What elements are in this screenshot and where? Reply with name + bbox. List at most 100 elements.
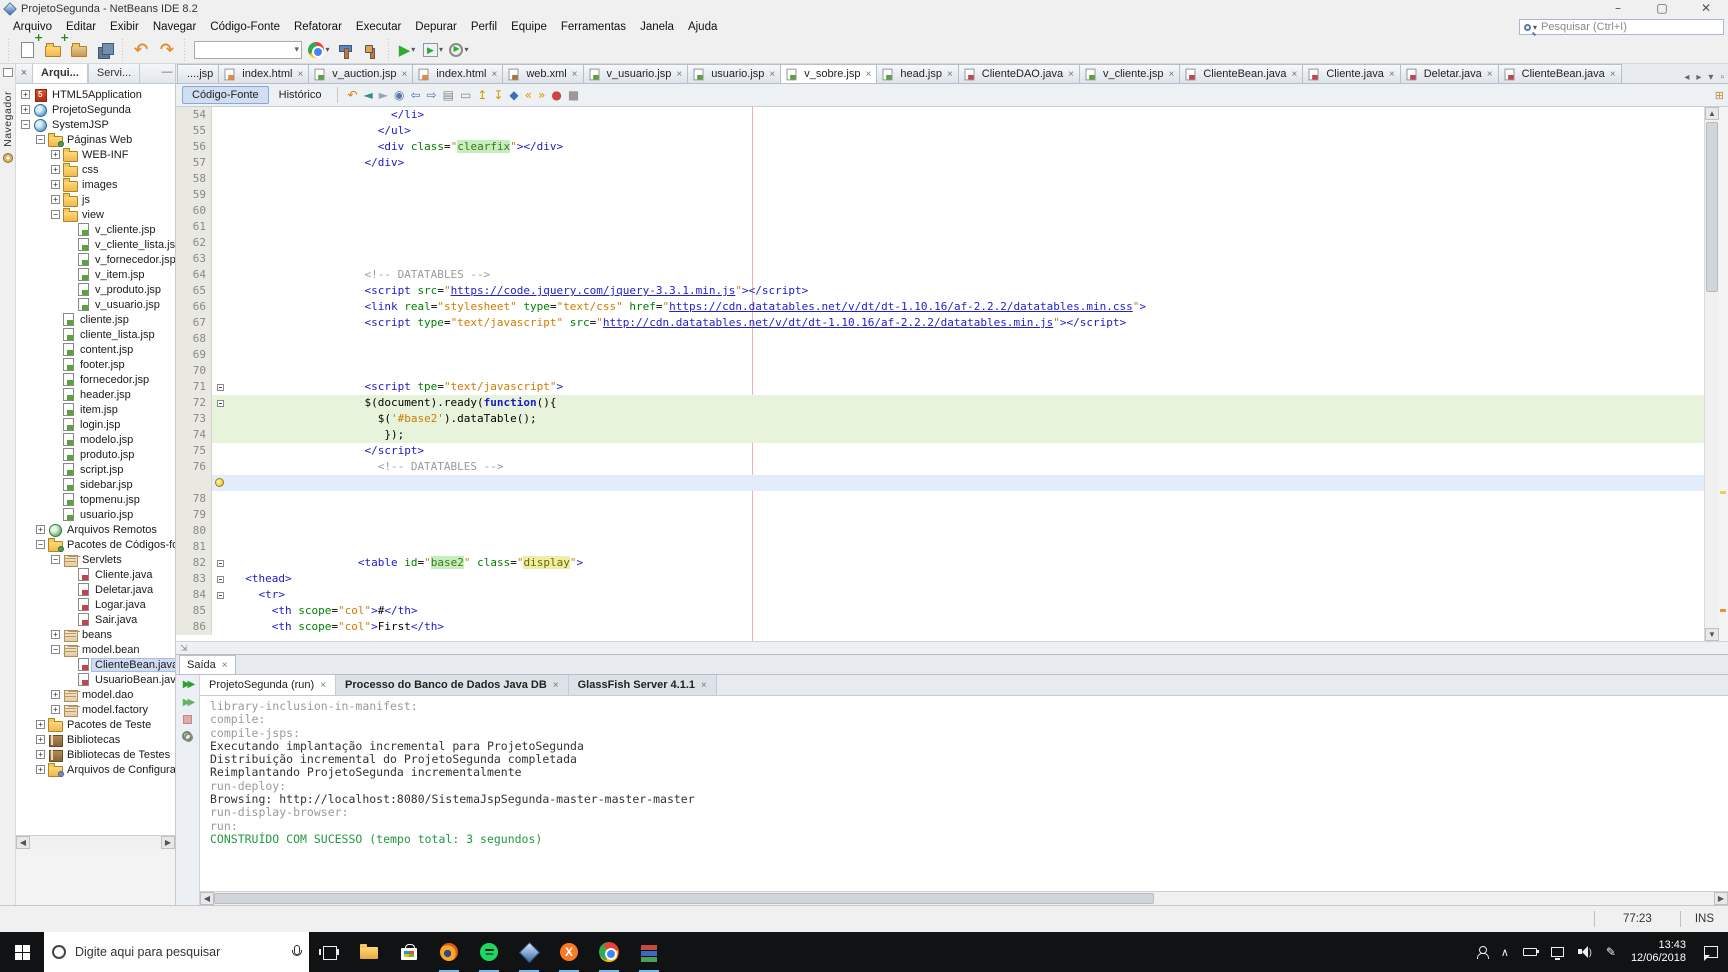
- dock-window-icon[interactable]: [2, 68, 13, 77]
- code-fold-icon[interactable]: [216, 559, 224, 567]
- tab-list-dropdown-icon[interactable]: ▾: [1708, 72, 1713, 83]
- start-button[interactable]: [0, 932, 44, 972]
- restore-button[interactable]: ▢: [1640, 0, 1684, 18]
- close-tab-icon[interactable]: ×: [866, 69, 872, 80]
- expand-icon[interactable]: +: [36, 750, 45, 759]
- pen-icon[interactable]: ✎: [1606, 945, 1616, 959]
- code-line-70[interactable]: 70: [176, 363, 1704, 379]
- action-center-icon[interactable]: [1704, 946, 1718, 961]
- editor-tab-head.jsp[interactable]: head.jsp ×: [876, 64, 959, 83]
- code-line-66[interactable]: 66 <link real="stylesheet" type="text/cs…: [176, 299, 1704, 315]
- code-line-84[interactable]: 84 <tr>: [176, 587, 1704, 603]
- close-tab-icon[interactable]: ×: [297, 69, 303, 80]
- close-tab-icon[interactable]: ×: [1487, 69, 1493, 80]
- tree-item-v_fornecedor.jsp[interactable]: v_fornecedor.jsp: [16, 252, 175, 267]
- warning-mark[interactable]: [1720, 491, 1726, 495]
- taskbar-spotify-icon[interactable]: [469, 932, 509, 972]
- tree-item-v_item.jsp[interactable]: v_item.jsp: [16, 267, 175, 282]
- find-next-icon[interactable]: ⇨: [427, 88, 437, 102]
- tree-item-bibliotecas-de-testes[interactable]: + Bibliotecas de Testes: [16, 747, 175, 762]
- ant-settings-icon[interactable]: [182, 731, 193, 742]
- code-line-56[interactable]: 56 <div class="clearfix"></div>: [176, 139, 1704, 155]
- scroll-tabs-left-icon[interactable]: ◂: [1684, 72, 1689, 83]
- tree-item-modelo.jsp[interactable]: modelo.jsp: [16, 432, 175, 447]
- code-line-54[interactable]: 54 </li>: [176, 107, 1704, 123]
- menu-executar[interactable]: Executar: [349, 19, 408, 35]
- bookmark-mark[interactable]: [1720, 608, 1726, 612]
- scroll-right-icon[interactable]: ▶: [161, 836, 175, 849]
- tree-item-v_cliente_lista.jsp[interactable]: v_cliente_lista.jsp: [16, 237, 175, 252]
- close-tab-icon[interactable]: ×: [947, 69, 953, 80]
- run-project-button[interactable]: ▶ ▾: [395, 38, 419, 62]
- network-icon[interactable]: [1550, 947, 1564, 960]
- tree-item-cliente.jsp[interactable]: cliente.jsp: [16, 312, 175, 327]
- shift-right-icon[interactable]: »: [538, 88, 545, 102]
- output-console[interactable]: library-inclusion-in-manifest: compile: co…: [200, 696, 1728, 891]
- tree-item-js[interactable]: + js: [16, 192, 175, 207]
- editor-overflow-icon[interactable]: ⊞: [1715, 89, 1724, 102]
- tree-item-servlets[interactable]: − Servlets: [16, 552, 175, 567]
- tree-item-cliente_lista.jsp[interactable]: cliente_lista.jsp: [16, 327, 175, 342]
- editor-tab-web.xml[interactable]: web.xml ×: [502, 64, 584, 83]
- start-macro-icon[interactable]: ●: [551, 88, 561, 102]
- scrollbar-thumb[interactable]: [214, 893, 1154, 904]
- search-scope-dropdown-icon[interactable]: ▾: [1533, 23, 1537, 32]
- stop-icon[interactable]: [183, 715, 192, 724]
- editor-hint-bulb-icon[interactable]: [215, 478, 224, 487]
- tree-item-arquivos-de-configura-o[interactable]: + Arquivos de Configuração: [16, 762, 175, 777]
- battery-icon[interactable]: [1522, 948, 1539, 956]
- collapse-icon[interactable]: −: [51, 645, 60, 654]
- taskbar-winrar-icon[interactable]: [629, 932, 669, 972]
- tree-item-deletar.java[interactable]: Deletar.java: [16, 582, 175, 597]
- tree-item-usuario.jsp[interactable]: usuario.jsp: [16, 507, 175, 522]
- menu-perfil[interactable]: Perfil: [464, 19, 504, 35]
- code-line-69[interactable]: 69: [176, 347, 1704, 363]
- editor-vertical-scrollbar[interactable]: ▲ ▼: [1704, 107, 1719, 641]
- collapse-icon[interactable]: −: [36, 135, 45, 144]
- tree-item-model.dao[interactable]: + model.dao: [16, 687, 175, 702]
- code-line-83[interactable]: 83 <thead>: [176, 571, 1704, 587]
- close-tab-icon[interactable]: ×: [1389, 69, 1395, 80]
- code-fold-icon[interactable]: [216, 575, 224, 583]
- tree-item-header.jsp[interactable]: header.jsp: [16, 387, 175, 402]
- code-line-74[interactable]: 74 });: [176, 427, 1704, 443]
- new-file-button[interactable]: +: [15, 32, 43, 62]
- collapse-icon[interactable]: −: [51, 555, 60, 564]
- tree-item-clientebean.java[interactable]: ClienteBean.java: [16, 657, 175, 672]
- code-line-64[interactable]: 64 <!-- DATATABLES -->: [176, 267, 1704, 283]
- next-bookmark-icon[interactable]: ↧: [493, 88, 503, 102]
- back-icon[interactable]: ◄: [364, 88, 373, 102]
- taskbar-xampp-icon[interactable]: [549, 932, 589, 972]
- code-line-58[interactable]: 58: [176, 171, 1704, 187]
- code-fold-icon[interactable]: [216, 591, 224, 599]
- expand-icon[interactable]: +: [36, 765, 45, 774]
- code-line-76[interactable]: 76 <!-- DATATABLES -->: [176, 459, 1704, 475]
- code-line-65[interactable]: 65 <script src="https://code.jquery.com/…: [176, 283, 1704, 299]
- code-line-77[interactable]: [176, 475, 1704, 491]
- find-selection-icon[interactable]: ◉: [394, 88, 404, 102]
- menu-navegar[interactable]: Navegar: [146, 19, 203, 35]
- code-line-61[interactable]: 61: [176, 219, 1704, 235]
- shift-left-icon[interactable]: «: [525, 88, 532, 102]
- editor-tab-v_cliente.jsp[interactable]: v_cliente.jsp ×: [1078, 64, 1181, 83]
- close-button[interactable]: ✕: [1684, 0, 1728, 18]
- navigator-collapsed-tab[interactable]: Navegador: [2, 91, 14, 147]
- tree-item-topmenu.jsp[interactable]: topmenu.jsp: [16, 492, 175, 507]
- history-view-button[interactable]: Histórico: [269, 86, 332, 104]
- expand-icon[interactable]: +: [51, 195, 60, 204]
- rerun-alt-icon[interactable]: ▶▶: [183, 697, 196, 708]
- taskbar-task-view-icon[interactable]: [309, 932, 349, 972]
- tree-item-v_cliente.jsp[interactable]: v_cliente.jsp: [16, 222, 175, 237]
- tree-item-sidebar.jsp[interactable]: sidebar.jsp: [16, 477, 175, 492]
- editor-tab-....jsp[interactable]: ....jsp: [177, 64, 220, 83]
- expand-icon[interactable]: +: [51, 690, 60, 699]
- expand-icon[interactable]: +: [51, 150, 60, 159]
- tree-item-produto.jsp[interactable]: produto.jsp: [16, 447, 175, 462]
- taskbar-firefox-icon[interactable]: [429, 932, 469, 972]
- tree-item-html5application[interactable]: + HTML5Application: [16, 87, 175, 102]
- expand-icon[interactable]: +: [36, 735, 45, 744]
- tab-servicos[interactable]: Servi...: [87, 64, 141, 83]
- stop-macro-icon[interactable]: ■: [568, 88, 579, 102]
- close-tab-icon[interactable]: ×: [769, 69, 775, 80]
- menu-exibir[interactable]: Exibir: [103, 19, 146, 35]
